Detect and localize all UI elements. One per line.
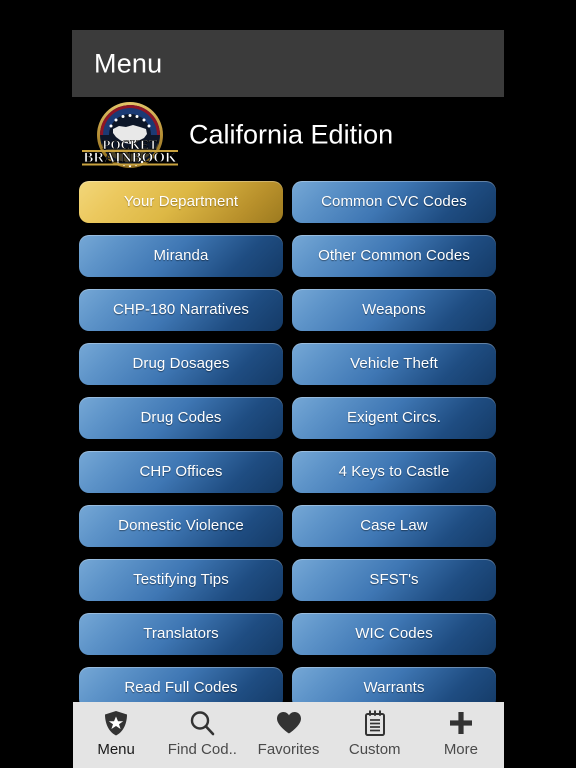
menu-button-chp-offices[interactable]: CHP Offices [79,451,283,493]
tab-label: More [443,741,478,758]
tab-custom[interactable]: Custom [332,702,418,768]
page-title: Menu [94,48,163,78]
menu-row: CHP Offices 4 Keys to Castle [72,451,504,505]
menu-row: Your Department Common CVC Codes [72,181,504,235]
menu-row: Testifying Tips SFST's [72,559,504,613]
tab-find-cod[interactable]: Find Cod.. [159,702,245,768]
heart-icon [274,708,304,738]
menu-button-your-department[interactable]: Your Department [79,181,283,223]
menu-button-sfst-s[interactable]: SFST's [292,559,496,601]
brand-header: POCKET BRAINBOOK California Edition [72,97,504,173]
menu-button-miranda[interactable]: Miranda [79,235,283,277]
edition-title: California Edition [189,119,394,150]
menu-button-testifying-tips[interactable]: Testifying Tips [79,559,283,601]
menu-button-vehicle-theft[interactable]: Vehicle Theft [292,343,496,385]
tab-more[interactable]: More [418,702,504,768]
tab-label: Menu [97,741,135,758]
menu-button-domestic-violence[interactable]: Domestic Violence [79,505,283,547]
menu-button-drug-codes[interactable]: Drug Codes [79,397,283,439]
tab-label: Custom [348,741,401,758]
shield-star-icon [101,708,131,738]
menu-button-chp-180-narratives[interactable]: CHP-180 Narratives [79,289,283,331]
menu-button-grid: Your Department Common CVC Codes Miranda Ot… [72,181,504,768]
app-viewport: Menu POCKET BRAINBOOK California Edition… [72,30,504,768]
menu-button-wic-codes[interactable]: WIC Codes [292,613,496,655]
menu-row: CHP-180 Narratives Weapons [72,289,504,343]
menu-row: Domestic Violence Case Law [72,505,504,559]
menu-button-other-common-codes[interactable]: Other Common Codes [292,235,496,277]
menu-button-4-keys-to-castle[interactable]: 4 Keys to Castle [292,451,496,493]
search-icon [187,708,217,738]
tab-label: Find Cod.. [167,741,237,758]
bottom-tab-bar: Menu Find Cod.. Favorites Custom More [73,702,504,768]
menu-button-case-law[interactable]: Case Law [292,505,496,547]
top-navigation-bar: Menu [72,30,504,97]
menu-button-translators[interactable]: Translators [79,613,283,655]
menu-button-drug-dosages[interactable]: Drug Dosages [79,343,283,385]
pocket-brainbook-badge-logo-icon: POCKET BRAINBOOK [78,99,182,173]
menu-row: Drug Dosages Vehicle Theft [72,343,504,397]
tab-menu[interactable]: Menu [73,702,159,768]
notepad-icon [360,708,390,738]
tab-favorites[interactable]: Favorites [245,702,331,768]
plus-icon [446,708,476,738]
menu-row: Miranda Other Common Codes [72,235,504,289]
menu-row: Drug Codes Exigent Circs. [72,397,504,451]
tab-label: Favorites [257,741,320,758]
menu-button-common-cvc-codes[interactable]: Common CVC Codes [292,181,496,223]
menu-row: Translators WIC Codes [72,613,504,667]
menu-button-weapons[interactable]: Weapons [292,289,496,331]
menu-button-exigent-circs[interactable]: Exigent Circs. [292,397,496,439]
